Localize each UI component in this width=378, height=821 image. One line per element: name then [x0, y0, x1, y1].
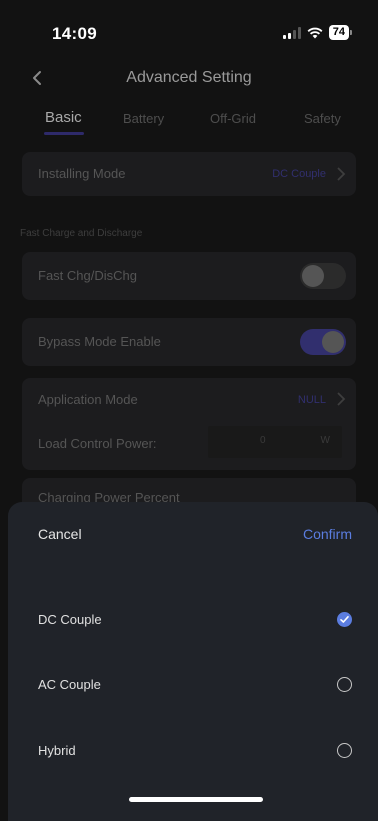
- radio-unchecked-icon[interactable]: [337, 743, 352, 758]
- option-dc-couple[interactable]: DC Couple: [8, 600, 378, 640]
- wifi-icon: [307, 27, 323, 38]
- header: Advanced Setting: [0, 60, 378, 100]
- bypass-mode-label: Bypass Mode Enable: [38, 334, 161, 349]
- installing-mode-row[interactable]: Installing Mode DC Couple: [22, 152, 356, 196]
- fast-charge-section-label: Fast Charge and Discharge: [20, 228, 143, 239]
- chevron-right-icon: [337, 167, 346, 181]
- battery-tip: [350, 30, 352, 35]
- status-time: 14:09: [52, 24, 97, 43]
- home-indicator: [129, 797, 263, 802]
- tab-safety[interactable]: Safety: [304, 111, 341, 126]
- radio-unchecked-icon[interactable]: [337, 677, 352, 692]
- installing-mode-label: Installing Mode: [38, 166, 126, 181]
- option-ac-couple[interactable]: AC Couple: [8, 665, 378, 705]
- load-control-value: 0: [260, 435, 266, 446]
- application-mode-group: Application Mode NULL Load Control Power…: [22, 378, 356, 470]
- option-hybrid[interactable]: Hybrid: [8, 731, 378, 771]
- bypass-mode-row: Bypass Mode Enable: [22, 318, 356, 366]
- installing-mode-value: DC Couple: [272, 168, 326, 180]
- option-label: AC Couple: [38, 677, 101, 692]
- cancel-button[interactable]: Cancel: [38, 526, 82, 542]
- confirm-button[interactable]: Confirm: [303, 526, 352, 542]
- load-control-unit: W: [320, 435, 330, 446]
- status-bar: 14:09 74: [0, 0, 378, 60]
- bypass-mode-toggle[interactable]: [300, 329, 346, 355]
- page-title: Advanced Setting: [126, 69, 252, 86]
- status-icons: 74: [282, 25, 352, 40]
- radio-checked-icon[interactable]: [337, 612, 352, 627]
- fast-chg-toggle[interactable]: [300, 263, 346, 289]
- fast-chg-row: Fast Chg/DisChg: [22, 252, 356, 300]
- option-label: Hybrid: [38, 743, 76, 758]
- cellular-signal-icon: [282, 26, 301, 39]
- tab-off-grid[interactable]: Off-Grid: [210, 111, 256, 126]
- battery-icon: 74: [328, 25, 349, 40]
- option-label: DC Couple: [38, 612, 102, 627]
- installing-mode-picker-sheet: Cancel Confirm DC Couple AC Couple Hybri…: [8, 502, 378, 821]
- toggle-knob: [322, 331, 344, 353]
- load-control-label: Load Control Power:: [38, 436, 157, 451]
- toggle-knob: [302, 265, 324, 287]
- screen: 14:09 74 Advanced Setting Basic Battery …: [0, 0, 378, 821]
- fast-chg-label: Fast Chg/DisChg: [38, 268, 137, 283]
- application-mode-label: Application Mode: [38, 392, 138, 407]
- tab-battery[interactable]: Battery: [123, 111, 164, 126]
- tab-basic[interactable]: Basic: [45, 109, 82, 126]
- active-tab-indicator: [44, 132, 84, 135]
- tab-bar: Basic Battery Off-Grid Safety: [0, 108, 378, 142]
- load-control-input[interactable]: 0 W: [208, 426, 342, 458]
- chevron-right-icon: [337, 392, 346, 406]
- application-mode-value[interactable]: NULL: [298, 394, 326, 406]
